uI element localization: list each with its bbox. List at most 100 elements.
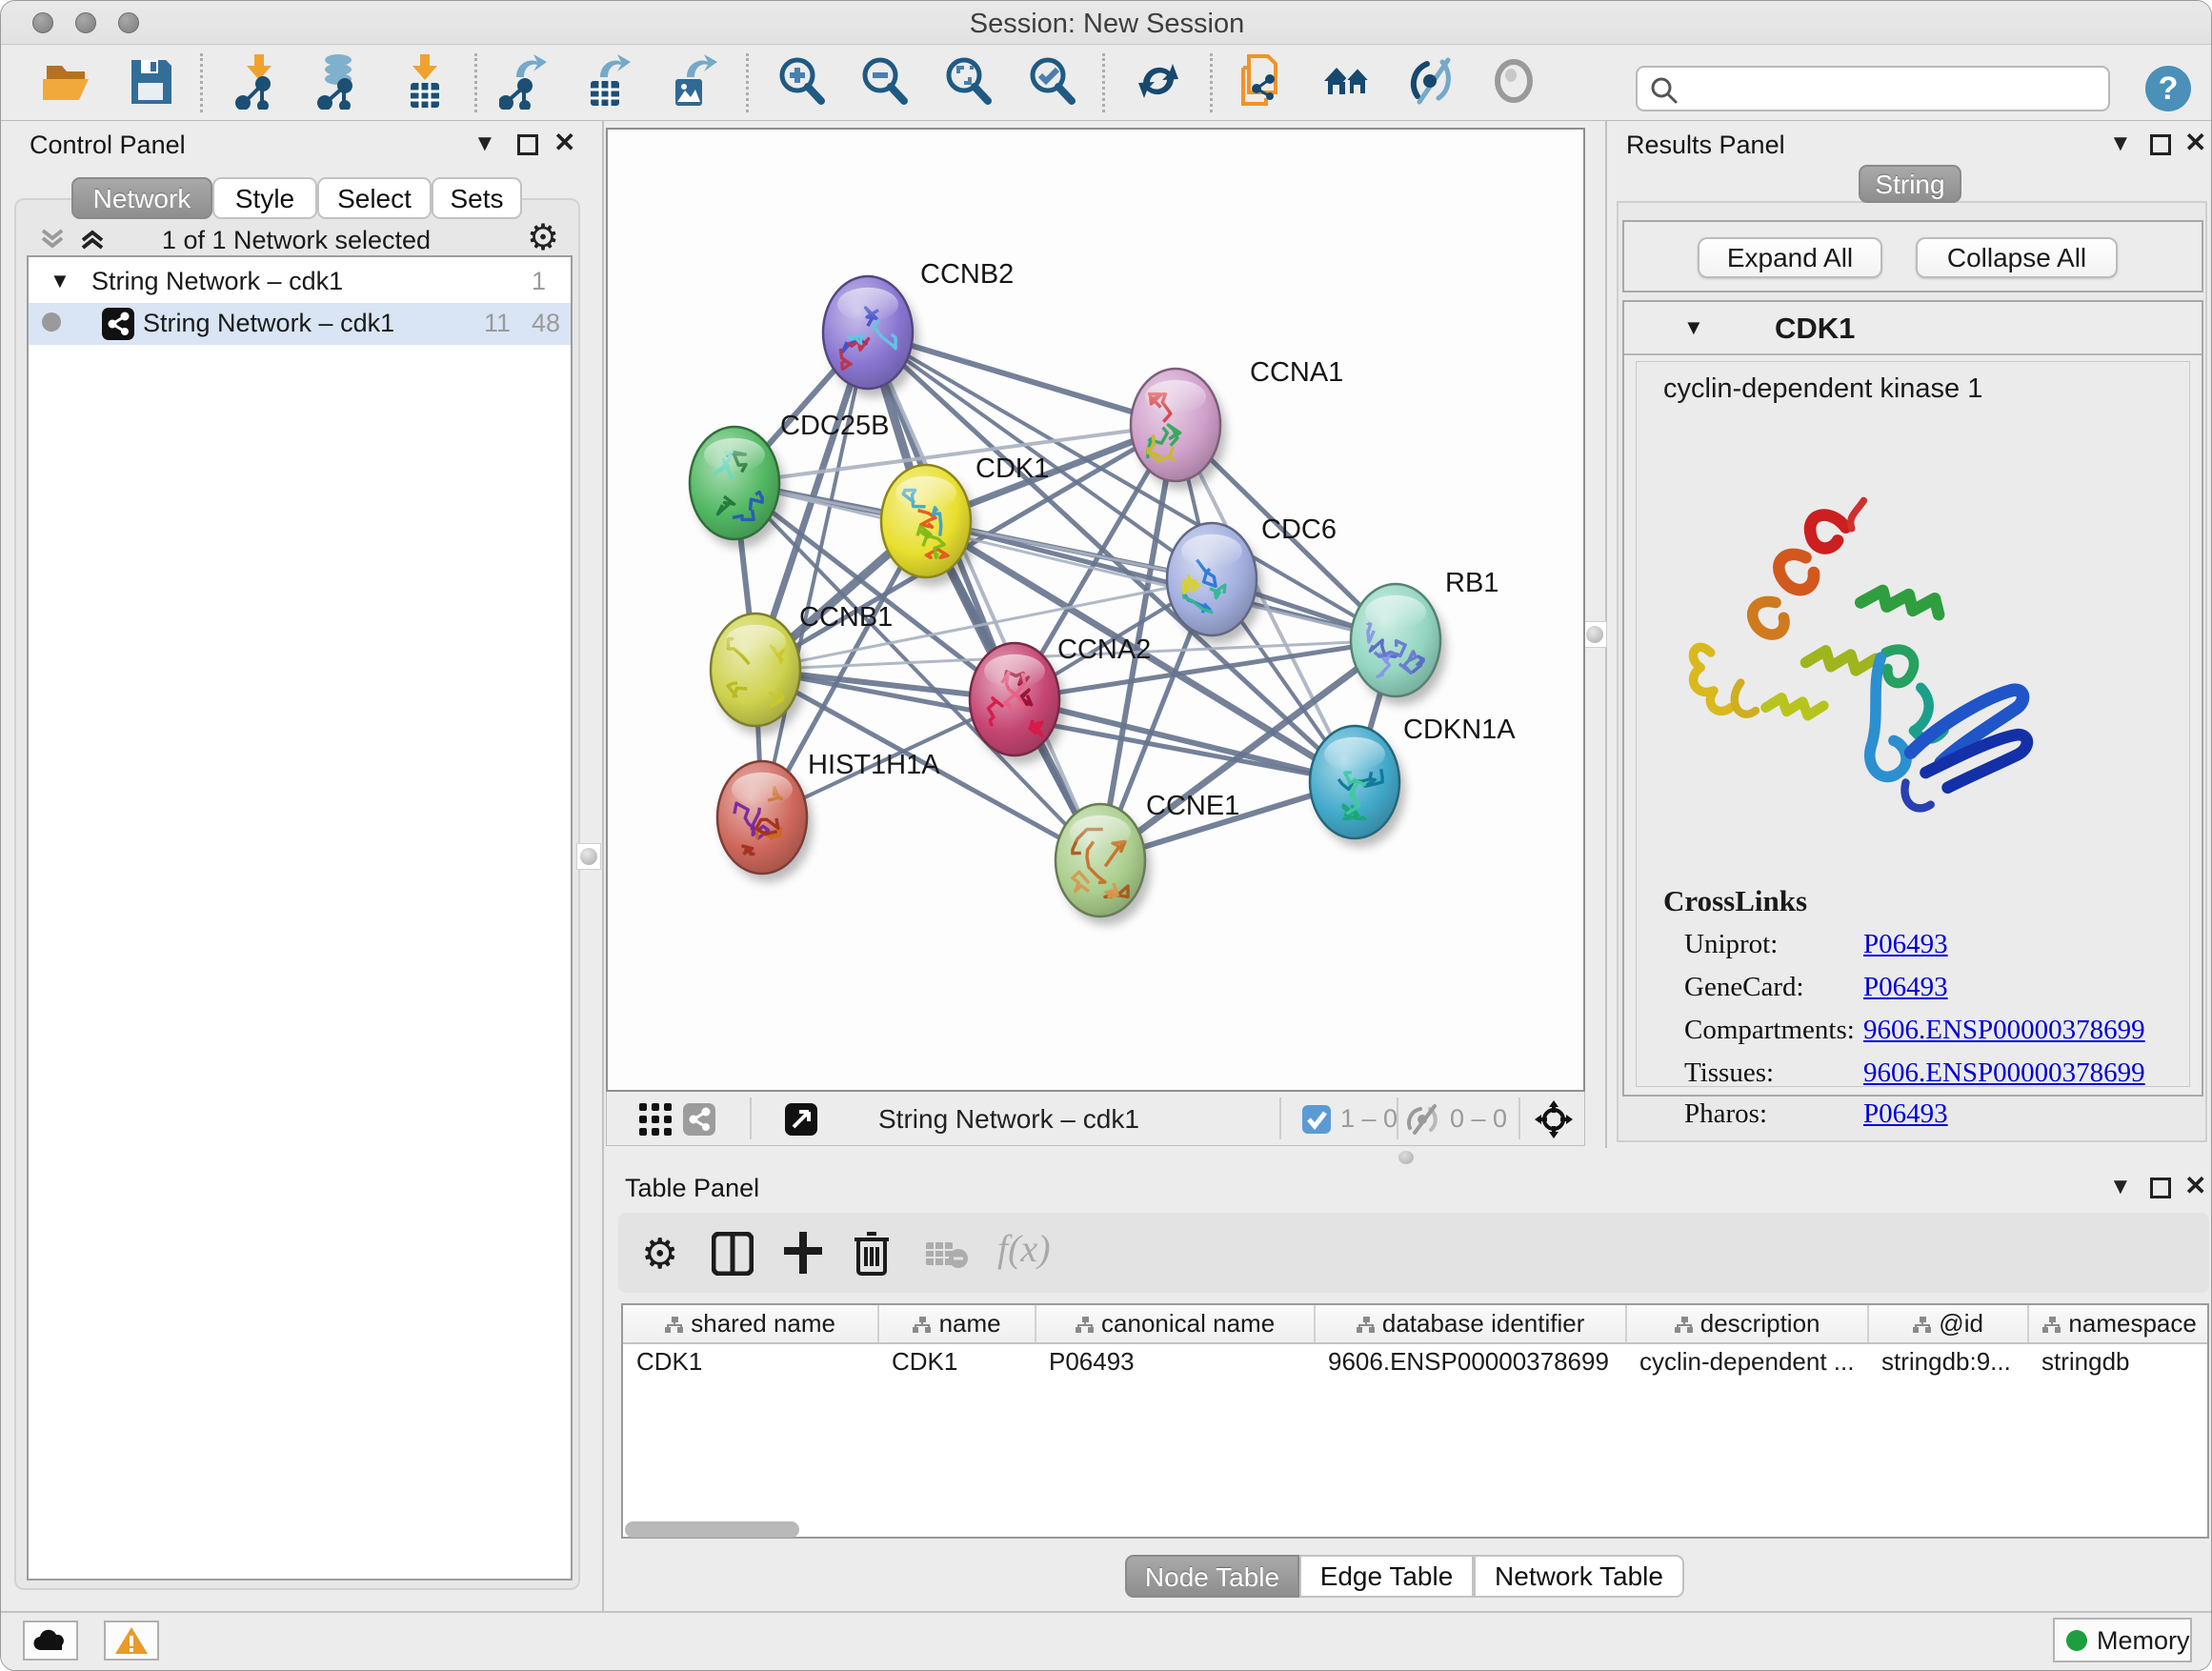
control-panel-collapse-icon[interactable]: ▼: [473, 132, 496, 155]
home-icon[interactable]: [1320, 52, 1374, 110]
network-node-RB1[interactable]: RB1: [1351, 568, 1498, 705]
export-network-icon[interactable]: [499, 52, 553, 110]
table-panel-collapse-icon[interactable]: ▼: [2109, 1176, 2132, 1198]
node-label: CDK1: [975, 453, 1049, 484]
results-panel-collapse-icon[interactable]: ▼: [2109, 132, 2132, 155]
grid-view-icon[interactable]: [638, 1102, 673, 1137]
delete-column-icon[interactable]: [853, 1230, 891, 1276]
tab-style[interactable]: Style: [212, 177, 317, 219]
import-network-database-icon[interactable]: [313, 52, 367, 110]
network-status-dot: [42, 312, 61, 332]
control-panel-float-icon[interactable]: [517, 134, 538, 155]
crosslink-tissues[interactable]: 9606.ENSP00000378699: [1863, 1057, 2145, 1089]
table-panel-float-icon[interactable]: [2150, 1178, 2171, 1198]
add-column-icon[interactable]: [782, 1230, 824, 1276]
column-header[interactable]: canonical name: [1036, 1305, 1315, 1343]
results-panel-close-icon[interactable]: ✕: [2184, 131, 2206, 154]
cloud-status-button[interactable]: [23, 1621, 78, 1661]
export-image-icon[interactable]: [666, 52, 719, 110]
left-splitter-handle[interactable]: [576, 843, 601, 870]
cell-description[interactable]: cyclin-dependent ...: [1626, 1343, 1868, 1379]
tab-node-table[interactable]: Node Table: [1125, 1555, 1299, 1598]
tab-sets[interactable]: Sets: [432, 177, 522, 219]
table-panel-close-icon[interactable]: ✕: [2184, 1175, 2206, 1198]
tab-edge-table[interactable]: Edge Table: [1299, 1555, 1474, 1598]
expand-all-button[interactable]: Expand All: [1698, 237, 1882, 278]
warning-status-button[interactable]: [104, 1621, 159, 1661]
network-node-CCNA2[interactable]: CCNA2: [970, 634, 1151, 764]
open-session-icon[interactable]: [39, 52, 92, 110]
column-type-icon: [913, 1317, 932, 1334]
memory-button[interactable]: Memory: [2053, 1618, 2192, 1662]
collapse-all-button[interactable]: Collapse All: [1916, 237, 2118, 278]
column-header[interactable]: database identifier: [1315, 1305, 1626, 1343]
tab-string[interactable]: String: [1859, 165, 1961, 203]
horizontal-splitter-handle[interactable]: [1398, 1151, 1414, 1164]
network-options-gear-icon[interactable]: ⚙: [527, 216, 559, 259]
crosslink-uniprot[interactable]: P06493: [1863, 929, 1948, 960]
crosslink-genecard[interactable]: P06493: [1863, 972, 1948, 1003]
expand-all-icon[interactable]: [79, 227, 111, 252]
cell-canonical-name[interactable]: P06493: [1036, 1343, 1315, 1379]
tab-select[interactable]: Select: [317, 177, 432, 219]
crosslink-pharos[interactable]: P06493: [1863, 1098, 1948, 1130]
network-collection-row[interactable]: ▼ String Network – cdk1 1: [29, 261, 571, 303]
column-header[interactable]: name: [878, 1305, 1036, 1343]
cell-name[interactable]: CDK1: [878, 1343, 1036, 1379]
show-hide-panels-icon[interactable]: [1404, 52, 1458, 110]
column-header[interactable]: namespace: [2028, 1305, 2209, 1343]
control-panel-close-icon[interactable]: ✕: [553, 131, 575, 154]
network-list-view-icon[interactable]: [682, 1102, 716, 1137]
network-node-CCNA1[interactable]: CCNA1: [1131, 357, 1343, 490]
network-node-CDKN1A[interactable]: CDKN1A: [1310, 715, 1516, 847]
import-network-file-icon[interactable]: [233, 52, 287, 110]
export-table-icon[interactable]: [581, 52, 634, 110]
selected-checkbox-icon[interactable]: [1301, 1104, 1332, 1135]
network-canvas[interactable]: CCNB2CCNA1CDC25BCDK1CDC6RB1CCNB1CCNA2CDK…: [606, 128, 1585, 1092]
cell-shared-name[interactable]: CDK1: [623, 1343, 878, 1379]
zoom-fit-icon[interactable]: [941, 52, 995, 110]
refresh-view-icon[interactable]: [1132, 52, 1185, 110]
tab-network-table[interactable]: Network Table: [1474, 1555, 1684, 1598]
network-node-CCNB1[interactable]: CCNB1: [711, 602, 893, 735]
network-node-HIST1H1A[interactable]: HIST1H1A: [717, 750, 940, 882]
birdseye-view-icon[interactable]: [784, 1102, 818, 1137]
cell-id[interactable]: stringdb:9...: [1868, 1343, 2028, 1379]
table-horizontal-scrollbar[interactable]: [625, 1521, 799, 1538]
network-node-CCNE1[interactable]: CCNE1: [1056, 791, 1239, 925]
import-table-file-icon[interactable]: [399, 52, 452, 110]
help-icon[interactable]: ?: [2144, 65, 2192, 112]
cell-database-identifier[interactable]: 9606.ENSP00000378699: [1315, 1343, 1626, 1379]
tree-expander-icon[interactable]: ▼: [50, 269, 70, 293]
pan-crosshair-icon[interactable]: [1533, 1098, 1575, 1140]
network-from-file-icon[interactable]: [1236, 52, 1289, 110]
table-settings-gear-icon[interactable]: ⚙: [641, 1230, 678, 1278]
cell-namespace[interactable]: stringdb: [2028, 1343, 2209, 1379]
show-columns-icon[interactable]: [712, 1232, 754, 1276]
zoom-in-icon[interactable]: [774, 52, 828, 110]
collapse-all-icon[interactable]: [39, 227, 71, 252]
right-splitter-handle[interactable]: [1582, 621, 1607, 648]
hidden-eye-icon[interactable]: [1405, 1103, 1441, 1136]
network-edge-count: 48: [532, 309, 560, 338]
network-node-CDK1[interactable]: CDK1: [881, 453, 1049, 586]
network-row-selected[interactable]: String Network – cdk1 11 48: [29, 303, 571, 345]
column-header[interactable]: shared name: [623, 1305, 878, 1343]
search-input[interactable]: [1687, 71, 2097, 106]
cdk1-section-header[interactable]: ▼ CDK1: [1624, 302, 2202, 355]
section-expander-icon[interactable]: ▼: [1683, 315, 1704, 340]
zoom-out-icon[interactable]: [857, 52, 911, 110]
preview-icon[interactable]: [1487, 52, 1540, 110]
zoom-selected-icon[interactable]: [1025, 52, 1078, 110]
results-panel-float-icon[interactable]: [2150, 134, 2171, 155]
save-session-icon[interactable]: [124, 52, 177, 110]
network-edge[interactable]: [868, 332, 1100, 860]
crosslink-compartments[interactable]: 9606.ENSP00000378699: [1863, 1015, 2145, 1046]
column-header[interactable]: description: [1626, 1305, 1868, 1343]
left-splitter[interactable]: [602, 121, 604, 1611]
node-label: CCNB2: [920, 259, 1014, 290]
tab-network[interactable]: Network: [71, 177, 212, 219]
network-node-CDC6[interactable]: CDC6: [1167, 514, 1337, 644]
column-header[interactable]: @id: [1868, 1305, 2028, 1343]
table-row[interactable]: CDK1 CDK1 P06493 9606.ENSP00000378699 cy…: [623, 1343, 2209, 1379]
